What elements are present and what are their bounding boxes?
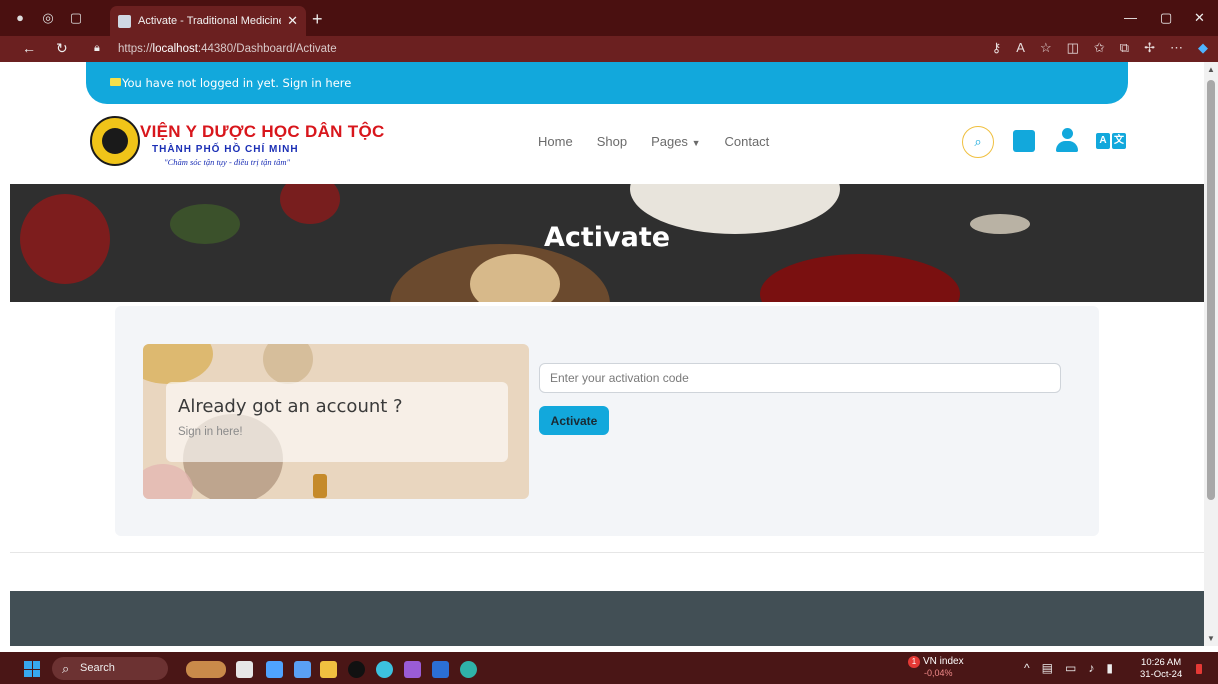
chevron-down-icon: ▼ bbox=[691, 138, 701, 148]
lang-b: 文 bbox=[1112, 133, 1126, 149]
new-tab-icon[interactable]: + bbox=[312, 9, 323, 30]
browser-toolbar: ⚷ A ☆ ◫ ✩ ⧉ ✢ ⋯ ◆ bbox=[992, 40, 1208, 56]
edge-icon[interactable] bbox=[460, 661, 477, 678]
profile-icon[interactable]: ● bbox=[12, 10, 28, 26]
page-title: Activate bbox=[543, 222, 671, 253]
minimize-icon[interactable]: — bbox=[1124, 10, 1137, 25]
page-viewport: You have not logged in yet. Sign in here… bbox=[10, 62, 1204, 646]
tab-actions-icon[interactable]: ▢ bbox=[68, 10, 84, 26]
nav-contact[interactable]: Contact bbox=[724, 134, 769, 149]
more-icon[interactable]: ⋯ bbox=[1170, 40, 1183, 56]
tab-close-icon[interactable]: ✕ bbox=[287, 13, 298, 29]
copilot-icon[interactable]: ◆ bbox=[1198, 40, 1208, 56]
favorite-star-icon[interactable]: ☆ bbox=[1040, 40, 1052, 56]
widgets-icon[interactable] bbox=[186, 661, 226, 678]
start-icon[interactable] bbox=[24, 661, 40, 677]
nav-pages[interactable]: Pages ▼ bbox=[651, 134, 700, 149]
ticker-name: VN index bbox=[923, 656, 964, 667]
nav-home[interactable]: Home bbox=[538, 134, 573, 149]
login-banner-text[interactable]: You have not logged in yet. Sign in here bbox=[122, 76, 351, 90]
scroll-down-icon[interactable]: ▼ bbox=[1207, 634, 1215, 643]
notification-icon[interactable] bbox=[1196, 664, 1202, 674]
nav-pages-label: Pages bbox=[651, 134, 688, 149]
notes-icon[interactable]: ▤ bbox=[1042, 661, 1053, 675]
word-icon[interactable] bbox=[432, 661, 449, 678]
extensions-icon[interactable]: ✢ bbox=[1144, 40, 1155, 56]
copilot-app-icon[interactable] bbox=[266, 661, 283, 678]
url-prefix: https:// bbox=[118, 43, 153, 55]
site-header: VIỆN Y DƯỢC HỌC DÂN TỘC THÀNH PHỐ HỒ CHÍ… bbox=[10, 104, 1204, 184]
tiktok-icon[interactable] bbox=[348, 661, 365, 678]
browser-tab-activate[interactable]: Activate - Traditional Medicine H ✕ bbox=[110, 6, 306, 36]
logo-slogan: "Chăm sóc tận tụy - điều trị tận tâm" bbox=[164, 157, 291, 167]
login-banner[interactable]: You have not logged in yet. Sign in here bbox=[86, 62, 1128, 104]
task-view-icon[interactable] bbox=[236, 661, 253, 678]
stock-widget[interactable]: 1 VN index -0,04% bbox=[908, 656, 964, 678]
lang-a: A bbox=[1096, 133, 1110, 149]
language-icon[interactable]: A 文 bbox=[1096, 133, 1126, 149]
activation-code-input[interactable] bbox=[539, 363, 1061, 393]
sign-in-link[interactable]: Sign in here! bbox=[178, 426, 243, 438]
scrollbar-thumb[interactable] bbox=[1207, 80, 1215, 500]
lock-icon[interactable]: 🔒︎ bbox=[94, 42, 100, 55]
clock-date: 31-Oct-24 bbox=[1140, 669, 1183, 680]
mail-icon bbox=[110, 78, 121, 86]
battery-icon[interactable]: ▮ bbox=[1106, 661, 1113, 675]
url-field[interactable]: https://localhost:44380/Dashboard/Activa… bbox=[110, 38, 920, 60]
scroll-up-icon[interactable]: ▲ bbox=[1207, 65, 1215, 74]
nav-shop[interactable]: Shop bbox=[597, 134, 627, 149]
shopping-bag-icon[interactable] bbox=[1013, 130, 1035, 152]
windows-taskbar: Search 1VN index -0,04% ^ ▤ ▭ ♪ ▮ 10:26 … bbox=[0, 652, 1218, 684]
volume-icon[interactable]: ♪ bbox=[1088, 661, 1094, 675]
chrome-icon[interactable] bbox=[376, 661, 393, 678]
refresh-icon[interactable]: ↻ bbox=[56, 40, 68, 57]
ticker-badge: 1 bbox=[908, 656, 920, 668]
section-divider bbox=[10, 552, 1204, 553]
read-aloud-icon[interactable]: A bbox=[1016, 40, 1025, 56]
activate-button[interactable]: Activate bbox=[539, 406, 609, 435]
logo-subtitle: THÀNH PHỐ HỒ CHÍ MINH bbox=[152, 144, 299, 155]
page-scrollbar[interactable]: ▲ ▼ bbox=[1204, 62, 1218, 646]
window-close-icon[interactable]: ✕ bbox=[1194, 10, 1205, 26]
user-icon[interactable] bbox=[1056, 128, 1078, 152]
key-icon[interactable]: ⚷ bbox=[992, 40, 1002, 56]
restore-icon[interactable]: ▢ bbox=[1160, 10, 1172, 26]
tab-title: Activate - Traditional Medicine H bbox=[138, 15, 282, 27]
search-icon[interactable]: ⌕ bbox=[962, 126, 994, 158]
hero-banner: Activate bbox=[10, 184, 1204, 302]
system-tray: ^ ▤ ▭ ♪ ▮ bbox=[1024, 661, 1113, 675]
logo-title[interactable]: VIỆN Y DƯỢC HỌC DÂN TỘC bbox=[140, 122, 385, 142]
promo-title: Already got an account ? bbox=[178, 396, 403, 417]
logo-emblem-icon[interactable] bbox=[90, 116, 140, 166]
split-screen-icon[interactable]: ◫ bbox=[1067, 40, 1079, 56]
ticker-change: -0,04% bbox=[924, 668, 953, 678]
taskbar-clock[interactable]: 10:26 AM 31-Oct-24 bbox=[1140, 657, 1182, 681]
visual-studio-icon[interactable] bbox=[404, 661, 421, 678]
url-host: localhost bbox=[152, 43, 198, 55]
address-bar-row: ← ↻ 🔒︎ https://localhost:44380/Dashboard… bbox=[0, 36, 1218, 62]
clock-time: 10:26 AM bbox=[1141, 657, 1182, 668]
network-icon[interactable]: ▭ bbox=[1065, 661, 1076, 675]
browser-tab-strip: ● ◎ ▢ Activate - Traditional Medicine H … bbox=[0, 0, 1218, 36]
main-nav: Home Shop Pages ▼ Contact bbox=[538, 134, 769, 149]
snipping-icon[interactable] bbox=[294, 661, 311, 678]
favorites-icon[interactable]: ✩ bbox=[1094, 40, 1105, 56]
taskbar-search[interactable]: Search bbox=[52, 657, 168, 680]
tab-favicon-icon bbox=[118, 14, 131, 28]
activate-card: Already got an account ? Sign in here! A… bbox=[115, 306, 1099, 536]
back-icon[interactable]: ← bbox=[22, 40, 36, 56]
promo-overlay: Already got an account ? Sign in here! bbox=[166, 382, 508, 462]
workspaces-icon[interactable]: ◎ bbox=[40, 10, 56, 26]
site-footer bbox=[10, 591, 1204, 646]
chevron-up-icon[interactable]: ^ bbox=[1024, 661, 1030, 675]
file-explorer-icon[interactable] bbox=[320, 661, 337, 678]
collections-icon[interactable]: ⧉ bbox=[1120, 40, 1129, 56]
url-path: :44380/Dashboard/Activate bbox=[197, 43, 337, 55]
sign-in-promo: Already got an account ? Sign in here! bbox=[143, 344, 529, 499]
